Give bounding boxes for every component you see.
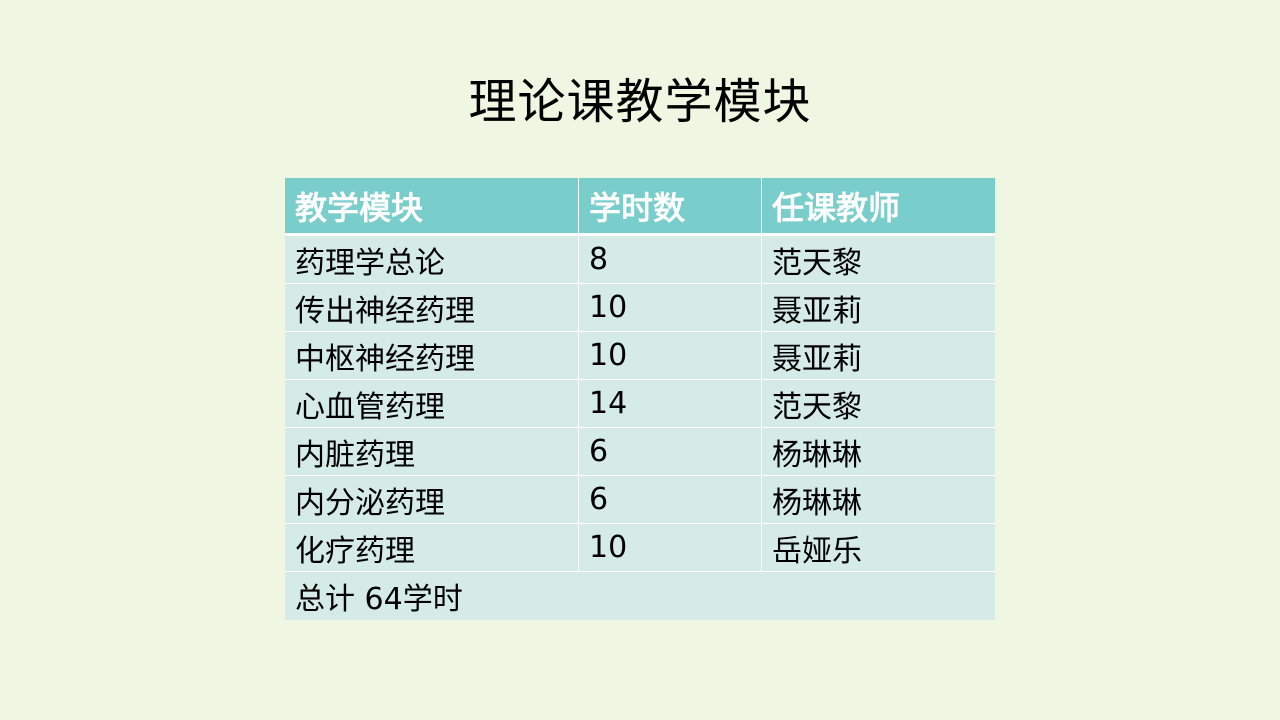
module-table: 教学模块 学时数 任课教师 药理学总论 8 范天黎 传出神经药理 10 聂亚莉 … [285,178,995,620]
cell-teacher: 范天黎 [762,380,995,428]
total-hours: 总计 64学时 [285,572,995,620]
cell-hours: 8 [579,236,762,284]
table-row: 化疗药理 10 岳娅乐 [285,524,995,572]
cell-module: 中枢神经药理 [285,332,579,380]
table-row: 心血管药理 14 范天黎 [285,380,995,428]
table-total-row: 总计 64学时 [285,572,995,620]
cell-hours: 14 [579,380,762,428]
cell-module: 药理学总论 [285,236,579,284]
table-header-row: 教学模块 学时数 任课教师 [285,178,995,236]
table-row: 内脏药理 6 杨琳琳 [285,428,995,476]
cell-module: 内分泌药理 [285,476,579,524]
cell-teacher: 岳娅乐 [762,524,995,572]
cell-hours: 10 [579,524,762,572]
header-hours: 学时数 [579,178,762,236]
slide-title: 理论课教学模块 [468,74,812,130]
table-row: 中枢神经药理 10 聂亚莉 [285,332,995,380]
cell-module: 内脏药理 [285,428,579,476]
cell-teacher: 杨琳琳 [762,428,995,476]
table-row: 药理学总论 8 范天黎 [285,236,995,284]
table-row: 内分泌药理 6 杨琳琳 [285,476,995,524]
header-module: 教学模块 [285,178,579,236]
header-teacher: 任课教师 [762,178,995,236]
cell-teacher: 聂亚莉 [762,284,995,332]
cell-teacher: 杨琳琳 [762,476,995,524]
cell-teacher: 范天黎 [762,236,995,284]
cell-hours: 6 [579,476,762,524]
cell-hours: 10 [579,284,762,332]
cell-module: 心血管药理 [285,380,579,428]
cell-hours: 6 [579,428,762,476]
cell-hours: 10 [579,332,762,380]
cell-module: 传出神经药理 [285,284,579,332]
cell-module: 化疗药理 [285,524,579,572]
slide: 理论课教学模块 教学模块 学时数 任课教师 药理学总论 8 范天黎 传出神经药理… [0,0,1280,720]
cell-teacher: 聂亚莉 [762,332,995,380]
table-row: 传出神经药理 10 聂亚莉 [285,284,995,332]
